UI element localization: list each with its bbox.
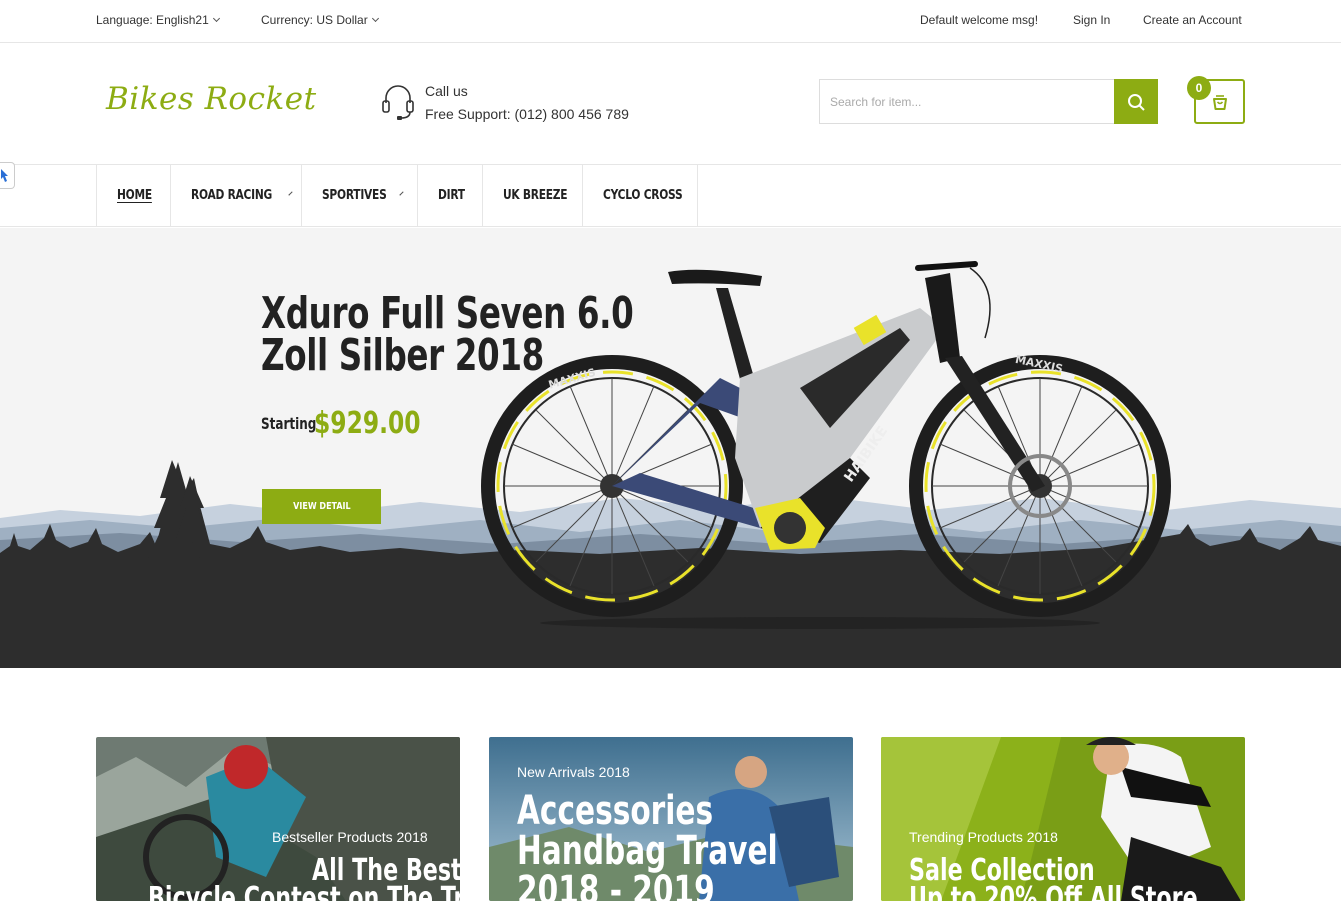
banner-subtitle: New Arrivals 2018 [517,764,630,780]
nav-item-uk-breeze[interactable]: UK BREEZE [483,165,583,226]
headset-icon [382,85,414,120]
currency-selector[interactable]: Currency: US Dollar [261,13,379,27]
view-detail-button[interactable]: VIEW DETAIL [262,489,381,524]
banner-trending[interactable]: Trending Products 2018 Sale Collection U… [881,737,1245,901]
top-bar: Language: English21 Currency: US Dollar … [0,0,1341,43]
search-button[interactable] [1114,79,1158,124]
banner-bestseller[interactable]: Bestseller Products 2018 All The Best Bi… [96,737,460,901]
banner-title-line2: Bicycle Contest on The Trail [148,881,460,901]
hero-price-block: Starting $929.00 [261,406,421,441]
nav-label: CYCLO CROSS [603,188,683,203]
support-phone: Free Support: (012) 800 456 789 [425,106,629,122]
chevron-down-icon [399,191,404,196]
language-selector[interactable]: Language: English21 [96,13,220,27]
nav-item-cyclo-cross[interactable]: CYCLO CROSS [583,165,698,226]
search-input[interactable] [819,79,1115,124]
nav-item-sportives[interactable]: SPORTIVES [302,165,418,226]
support-title: Call us [425,83,468,99]
nav-label: UK BREEZE [503,188,568,203]
hero-title-line2: Zoll Silber 2018 [261,330,544,381]
banner-title-line2: Up to 20% Off All Store [909,881,1198,901]
search-icon [1128,93,1145,111]
currency-label: Currency: US Dollar [261,13,368,27]
nav-label: DIRT [438,188,465,203]
site-header: Bikes Rocket Call us Free Support: (012)… [0,43,1341,189]
chevron-down-icon [212,14,220,23]
banner-new-arrivals[interactable]: New Arrivals 2018 Accessories Handbag Tr… [489,737,853,901]
main-navigation: HOME ROAD RACING SPORTIVES DIRT UK BREEZ… [0,165,1341,227]
banner-subtitle: Bestseller Products 2018 [272,829,428,845]
nav-label: HOME [117,188,152,203]
hero-title-line1: Xduro Full Seven 6.0 [261,288,634,339]
welcome-message: Default welcome msg! [920,13,1039,27]
create-account-link[interactable]: Create an Account [1143,13,1242,27]
nav-item-home[interactable]: HOME [97,165,171,226]
nav-label: SPORTIVES [322,188,387,203]
hero-slider[interactable]: Xduro Full Seven 6.0 Zoll Silber 2018 St… [0,228,1341,668]
language-label: Language: English21 [96,13,209,27]
chevron-down-icon [288,191,293,196]
logo[interactable]: Bikes Rocket [106,81,317,117]
banner-title-line3: 2018 - 2019 [517,868,715,901]
starting-label: Starting [261,414,317,433]
hero-title: Xduro Full Seven 6.0 Zoll Silber 2018 [261,288,646,381]
nav-label: ROAD RACING [191,188,273,203]
banner-subtitle: Trending Products 2018 [909,829,1058,845]
hero-price: $929.00 [314,406,421,441]
cart-count-badge: 0 [1187,76,1211,100]
view-detail-label: VIEW DETAIL [292,501,351,512]
chevron-down-icon [371,14,379,23]
nav-item-road-racing[interactable]: ROAD RACING [171,165,302,226]
hero-landscape [0,261,1341,668]
sign-in-link[interactable]: Sign In [1073,13,1110,27]
nav-item-dirt[interactable]: DIRT [418,165,483,226]
shopping-bag-icon [1212,94,1227,110]
